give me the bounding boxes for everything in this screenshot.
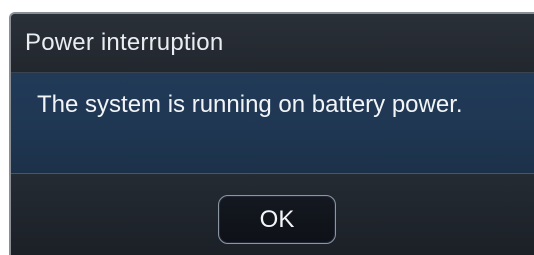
dialog-titlebar: Power interruption	[11, 14, 534, 73]
page: Power interruption The system is running…	[0, 0, 534, 255]
ok-button[interactable]: OK	[218, 195, 336, 244]
power-interruption-dialog: Power interruption The system is running…	[9, 12, 534, 255]
dialog-message-area: The system is running on battery power.	[11, 73, 534, 174]
dialog-message: The system is running on battery power.	[37, 91, 463, 118]
dialog-footer: OK	[11, 174, 534, 255]
dialog-title: Power interruption	[25, 29, 224, 56]
